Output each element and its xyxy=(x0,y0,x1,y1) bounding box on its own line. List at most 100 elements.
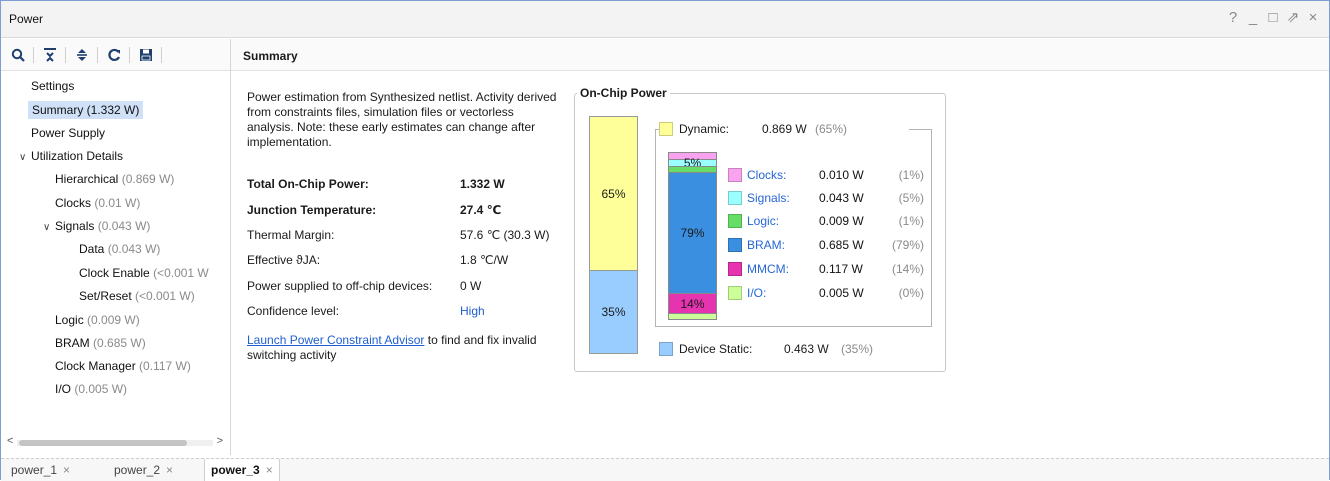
category-swatch xyxy=(728,168,742,182)
category-watts: 0.009 W xyxy=(819,214,864,228)
row-junction-temp: Junction Temperature: 27.4 ℃ xyxy=(247,203,567,219)
collapse-all-icon[interactable] xyxy=(39,45,61,65)
segment-label: 14% xyxy=(680,296,705,311)
tab-power-1[interactable]: power_1 × xyxy=(5,459,76,481)
category-swatch xyxy=(728,191,742,205)
dynamic-swatch xyxy=(659,122,673,136)
close-icon[interactable]: × xyxy=(63,463,70,477)
maximize-icon[interactable]: □ xyxy=(1265,9,1281,27)
category-link[interactable]: Signals: xyxy=(747,190,790,206)
static-pct: (35%) xyxy=(841,342,874,356)
row-value: 1.8 ℃/W xyxy=(460,253,509,267)
tree-item-signals[interactable]: ∨ Signals (0.043 W) xyxy=(43,217,150,235)
title-bar: Power ? _ □ ⇗ × xyxy=(1,1,1329,38)
chevron-down-icon[interactable]: ∨ xyxy=(19,149,31,167)
segment-io xyxy=(669,313,716,319)
static-swatch xyxy=(659,342,673,356)
tree-item-hierarchical[interactable]: Hierarchical (0.869 W) xyxy=(55,170,174,188)
dynamic-row: Dynamic: 0.869 W (65%) xyxy=(659,122,909,138)
category-swatch xyxy=(728,214,742,228)
tree-item-io[interactable]: I/O (0.005 W) xyxy=(55,380,127,398)
category-row-signals: Signals: 0.043 W (5%) xyxy=(728,190,924,208)
category-watts: 0.685 W xyxy=(819,238,864,252)
help-icon[interactable]: ? xyxy=(1225,9,1241,27)
row-label: Power supplied to off-chip devices: xyxy=(247,279,433,293)
category-pct: (14%) xyxy=(891,262,924,276)
refresh-icon[interactable] xyxy=(103,45,125,65)
advisor-text: Launch Power Constraint Advisor to find … xyxy=(247,333,567,363)
float-icon[interactable]: ⇗ xyxy=(1285,9,1301,27)
tree-item-summary[interactable]: Summary (1.332 W) xyxy=(28,101,144,119)
scroll-left-icon[interactable]: < xyxy=(7,435,13,447)
tree-item-clocks[interactable]: Clocks (0.01 W) xyxy=(55,194,140,212)
tab-power-2[interactable]: power_2 × xyxy=(108,459,179,481)
tree-item-clock-manager[interactable]: Clock Manager (0.117 W) xyxy=(55,357,191,375)
power-tree: Settings Summary (1.332 W) Power Supply … xyxy=(1,72,230,432)
tree-item-bram[interactable]: BRAM (0.685 W) xyxy=(55,334,146,352)
close-icon[interactable]: × xyxy=(166,463,173,477)
summary-description: Power estimation from Synthesized netlis… xyxy=(247,90,557,149)
segment-label: 79% xyxy=(680,225,705,240)
row-confidence: Confidence level: High xyxy=(247,304,567,320)
category-swatch xyxy=(728,286,742,300)
category-pct: (0%) xyxy=(898,286,924,300)
splitter[interactable] xyxy=(230,39,231,455)
tree-horizontal-scrollbar[interactable]: < > xyxy=(5,435,225,449)
static-row: Device Static: 0.463 W (35%) xyxy=(659,342,909,358)
category-link[interactable]: MMCM: xyxy=(747,261,789,277)
dynamic-pct: (65%) xyxy=(815,122,848,136)
tree-toolbar xyxy=(1,39,230,71)
scroll-thumb[interactable] xyxy=(19,440,187,446)
segment-mmcm: 14% xyxy=(669,292,716,314)
toolbar-divider xyxy=(129,47,130,63)
chevron-down-icon[interactable]: ∨ xyxy=(43,219,55,237)
category-watts: 0.005 W xyxy=(819,286,864,300)
save-icon[interactable] xyxy=(135,45,157,65)
close-icon[interactable]: × xyxy=(1305,9,1321,27)
row-effective-theta: Effective ϑJA: 1.8 ℃/W xyxy=(247,253,567,269)
category-link[interactable]: I/O: xyxy=(747,285,766,301)
close-icon[interactable]: × xyxy=(266,463,273,477)
window-controls: ? _ □ ⇗ × xyxy=(1225,9,1321,27)
category-pct: (79%) xyxy=(891,238,924,252)
tree-item-utilization-details[interactable]: ∨ Utilization Details xyxy=(19,147,123,165)
category-row-mmcm: MMCM: 0.117 W (14%) xyxy=(728,261,924,279)
on-chip-power-title: On-Chip Power xyxy=(577,86,670,100)
static-label: Device Static: xyxy=(679,342,753,356)
row-label: Thermal Margin: xyxy=(247,228,335,242)
category-link[interactable]: BRAM: xyxy=(747,237,785,253)
toolbar-divider xyxy=(33,47,34,63)
dynamic-breakdown-bar: 5% 79% 14% xyxy=(668,152,717,320)
tree-item-logic[interactable]: Logic (0.009 W) xyxy=(55,311,140,329)
category-link[interactable]: Clocks: xyxy=(747,167,786,183)
tree-item-set-reset[interactable]: Set/Reset (<0.001 W) xyxy=(79,287,195,305)
row-thermal-margin: Thermal Margin: 57.6 ℃ (30.3 W) xyxy=(247,228,567,244)
tree-item-clock-enable[interactable]: Clock Enable (<0.001 W xyxy=(79,264,209,282)
report-tabs: power_1 × power_2 × power_3 × xyxy=(1,458,1329,481)
static-bar-label: 35% xyxy=(601,305,626,319)
minimize-icon[interactable]: _ xyxy=(1245,9,1261,27)
category-watts: 0.010 W xyxy=(819,168,864,182)
category-watts: 0.117 W xyxy=(819,262,863,276)
tab-power-3[interactable]: power_3 × xyxy=(204,459,280,481)
window-title: Power xyxy=(9,12,44,26)
advisor-link[interactable]: Launch Power Constraint Advisor xyxy=(247,333,424,347)
row-label: Confidence level: xyxy=(247,304,340,318)
category-pct: (5%) xyxy=(898,191,924,205)
tree-item-settings[interactable]: Settings xyxy=(31,77,74,95)
total-power-bar: 65% 35% xyxy=(589,116,638,354)
tree-item-data[interactable]: Data (0.043 W) xyxy=(79,240,160,258)
search-icon[interactable] xyxy=(7,45,29,65)
category-pct: (1%) xyxy=(898,214,924,228)
static-watts: 0.463 W xyxy=(784,342,829,356)
tree-item-power-supply[interactable]: Power Supply xyxy=(31,124,105,142)
static-segment: 35% xyxy=(590,270,637,353)
category-swatch xyxy=(728,262,742,276)
confidence-link[interactable]: High xyxy=(460,304,485,318)
expand-all-icon[interactable] xyxy=(71,45,93,65)
scroll-right-icon[interactable]: > xyxy=(217,435,223,447)
toolbar-divider xyxy=(161,47,162,63)
power-window: Power ? _ □ ⇗ × Summary Settings Summary… xyxy=(0,0,1330,481)
row-value: 57.6 ℃ (30.3 W) xyxy=(460,228,550,242)
category-link[interactable]: Logic: xyxy=(747,213,779,229)
